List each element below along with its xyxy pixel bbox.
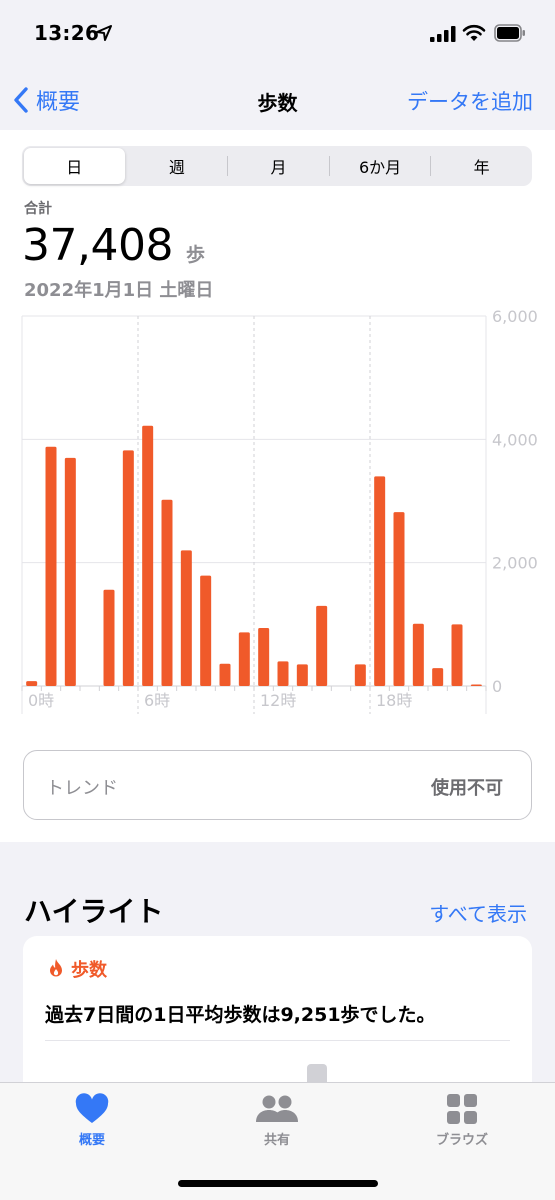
total-steps-unit: 歩 (186, 244, 206, 266)
highlights-title: ハイライト (24, 895, 164, 928)
y-tick-label: 2,000 (492, 554, 538, 573)
steps-bar-chart[interactable]: 6,000 4,000 2,000 0 0時 6時 12時 18時 (0, 306, 555, 716)
bar-hour-19 (393, 512, 405, 686)
people-icon (256, 1095, 298, 1122)
x-tick-label: 18時 (376, 691, 412, 710)
trend-label: トレンド (46, 778, 118, 799)
trend-row[interactable]: トレンド 使用不可 (23, 750, 532, 820)
home-indicator (178, 1180, 378, 1187)
selected-date: 2022年1月1日 土曜日 (24, 280, 214, 301)
bar-hour-20 (412, 623, 424, 686)
period-segmented-control: 日 週 月 6か月 年 (22, 146, 532, 186)
bar-hour-10 (219, 663, 231, 686)
heart-icon (75, 1093, 109, 1123)
segment-year[interactable]: 年 (431, 146, 532, 186)
bar-hour-18 (374, 476, 386, 686)
tab-label: ブラウズ (435, 1133, 488, 1148)
bar-hour-17 (354, 664, 366, 686)
nav-bar: 概要 歩数 データを追加 (0, 70, 555, 130)
segment-day[interactable]: 日 (24, 148, 125, 184)
bar-hour-13 (277, 661, 289, 686)
bar-hour-2 (64, 457, 76, 686)
cellular-signal-icon (430, 26, 456, 42)
steps-card: 日 週 月 6か月 年 合計 37,408 歩 2022年1月1日 土曜日 6,… (0, 130, 555, 842)
bar-hour-23 (470, 684, 482, 686)
bar-hour-12 (258, 628, 270, 686)
battery-icon (494, 24, 525, 42)
bar-hour-4 (103, 589, 115, 686)
x-tick-label: 0時 (28, 691, 54, 710)
bar-hour-22 (451, 624, 463, 686)
tab-label: 共有 (263, 1133, 290, 1148)
total-steps-value: 37,408 (22, 220, 173, 271)
tab-sharing[interactable]: 共有 (217, 1093, 337, 1148)
add-data-button[interactable]: データを追加 (407, 86, 533, 116)
trend-status: 使用不可 (431, 778, 503, 799)
y-tick-label: 6,000 (492, 307, 538, 326)
y-tick-label: 0 (492, 677, 502, 696)
highlight-category: 歩数 (71, 960, 107, 981)
bar-hour-7 (161, 499, 173, 686)
status-time: 13:26 (34, 21, 100, 45)
y-tick-label: 4,000 (492, 430, 538, 449)
flame-icon (50, 959, 62, 977)
x-tick-label: 12時 (260, 691, 296, 710)
show-all-link[interactable]: すべて表示 (429, 898, 527, 927)
segment-month[interactable]: 月 (228, 146, 329, 186)
bar-hour-5 (122, 450, 134, 686)
segment-week[interactable]: 週 (127, 146, 228, 186)
bar-hour-21 (432, 668, 444, 686)
highlight-divider (45, 1040, 510, 1041)
bar-hour-14 (296, 664, 308, 686)
bar-hour-11 (238, 632, 250, 686)
grid-icon (447, 1094, 477, 1124)
tab-browse[interactable]: ブラウズ (402, 1093, 522, 1148)
highlight-text: 過去7日間の1日平均歩数は9,251歩でした。 (45, 1004, 436, 1026)
bar-hour-15 (316, 605, 328, 686)
location-arrow-icon (96, 25, 112, 41)
wifi-icon (462, 24, 486, 41)
bar-hour-9 (200, 575, 212, 686)
bar-hour-1 (45, 446, 57, 686)
tab-label: 概要 (78, 1133, 105, 1148)
bar-hour-8 (180, 550, 192, 686)
status-bar: 13:26 (0, 0, 555, 70)
bar-hour-6 (142, 425, 154, 686)
total-label: 合計 (24, 201, 52, 217)
x-tick-label: 6時 (144, 691, 170, 710)
tab-summary[interactable]: 概要 (32, 1093, 152, 1148)
segment-six-month[interactable]: 6か月 (330, 146, 431, 186)
bar-hour-0 (26, 681, 38, 686)
